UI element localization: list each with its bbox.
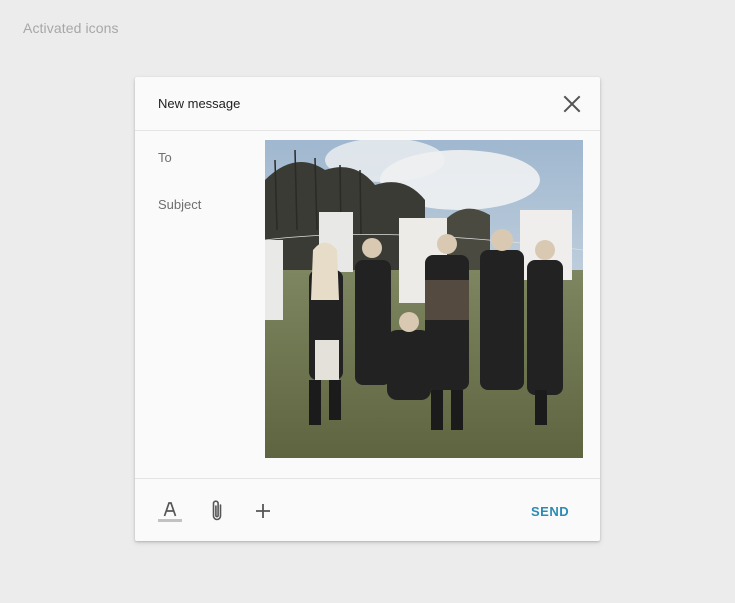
attached-photo [265, 140, 583, 458]
close-button[interactable] [562, 94, 582, 114]
send-button[interactable]: SEND [531, 504, 569, 519]
subject-field[interactable]: Subject [158, 197, 201, 212]
dialog-footer: SEND [135, 478, 600, 541]
close-icon [563, 95, 581, 113]
attach-button[interactable] [205, 499, 229, 523]
to-field[interactable]: To [158, 150, 172, 165]
dialog-header: New message [135, 77, 600, 131]
page-caption: Activated icons [23, 20, 119, 36]
plus-icon [256, 504, 270, 518]
text-format-icon [158, 502, 182, 522]
text-format-button[interactable] [158, 499, 182, 523]
new-message-dialog: New message To Subject SEND [135, 77, 600, 541]
photo-image [265, 140, 583, 458]
dialog-title: New message [158, 96, 241, 111]
attachment-icon [212, 500, 222, 521]
more-options-button[interactable] [251, 499, 275, 523]
